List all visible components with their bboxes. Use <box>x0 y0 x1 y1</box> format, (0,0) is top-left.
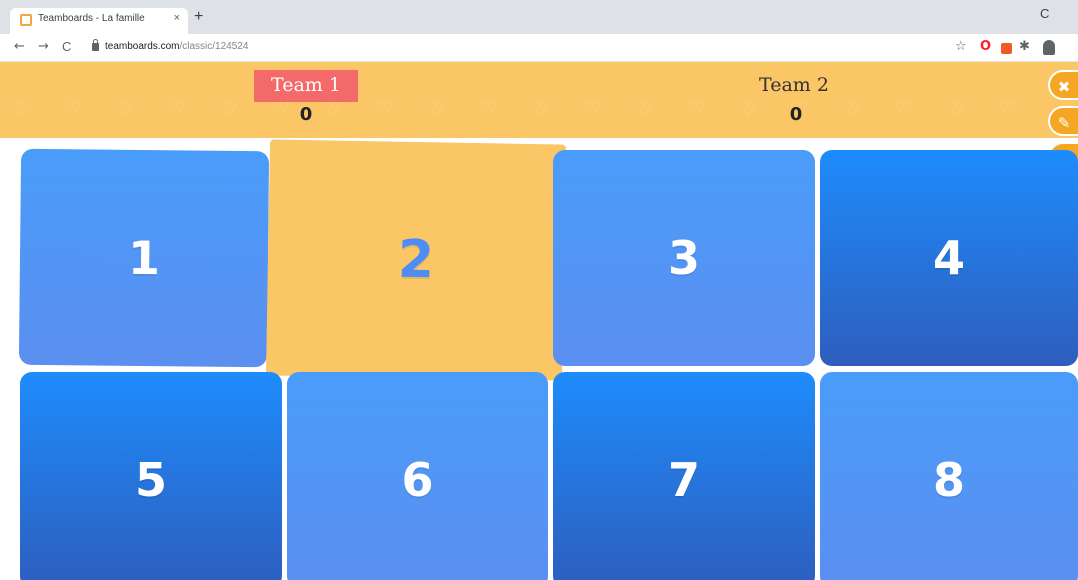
tile-2[interactable]: 2 <box>265 139 567 381</box>
browser-toolbar: ← → C teamboards.com/classic/124524 ☆ O … <box>0 34 1078 62</box>
tile-4[interactable]: 4 <box>820 150 1078 366</box>
window-control-icon[interactable]: C <box>1040 6 1049 21</box>
tile-5[interactable]: 5 <box>20 372 282 580</box>
new-tab-button[interactable]: + <box>194 8 203 26</box>
reload-button[interactable]: C <box>62 39 71 54</box>
tile-7[interactable]: 7 <box>553 372 815 580</box>
close-icon[interactable]: ✖ <box>1048 70 1078 100</box>
forward-button[interactable]: → <box>38 39 49 54</box>
browser-tabstrip: Teamboards - La famille × + C <box>0 0 1078 34</box>
lock-icon <box>92 39 99 51</box>
extensions-puzzle-icon[interactable]: ✱ <box>1019 39 1030 54</box>
tab-title: Teamboards - La famille <box>38 13 145 24</box>
team1-score: 0 <box>299 104 313 125</box>
edit-icon[interactable]: ✎ <box>1048 106 1078 136</box>
favicon-icon <box>20 14 32 26</box>
team1-name[interactable]: Team 1 <box>254 70 358 102</box>
tile-8[interactable]: 8 <box>820 372 1078 580</box>
tile-6[interactable]: 6 <box>287 372 548 580</box>
url-path: /classic/124524 <box>179 41 249 52</box>
url-domain: teamboards.com <box>105 41 180 52</box>
back-button[interactable]: ← <box>14 39 25 54</box>
address-bar[interactable]: teamboards.com/classic/124524 <box>105 41 248 52</box>
tile-3[interactable]: 3 <box>553 150 815 366</box>
team2-score: 0 <box>789 104 803 125</box>
opera-icon[interactable]: O <box>980 39 991 54</box>
profile-avatar-icon[interactable] <box>1043 40 1055 55</box>
tile-1[interactable]: 1 <box>18 148 270 368</box>
browser-tab[interactable]: Teamboards - La famille × <box>10 8 188 34</box>
extension-icon[interactable] <box>1001 43 1012 54</box>
heart-pattern-icon: ♡♡♡♡♡♡♡♡♡♡♡♡♡♡♡♡♡♡♡♡ <box>12 96 1051 120</box>
star-icon[interactable]: ☆ <box>955 39 967 54</box>
team2-name[interactable]: Team 2 <box>746 70 842 102</box>
tab-close-icon[interactable]: × <box>174 12 180 24</box>
